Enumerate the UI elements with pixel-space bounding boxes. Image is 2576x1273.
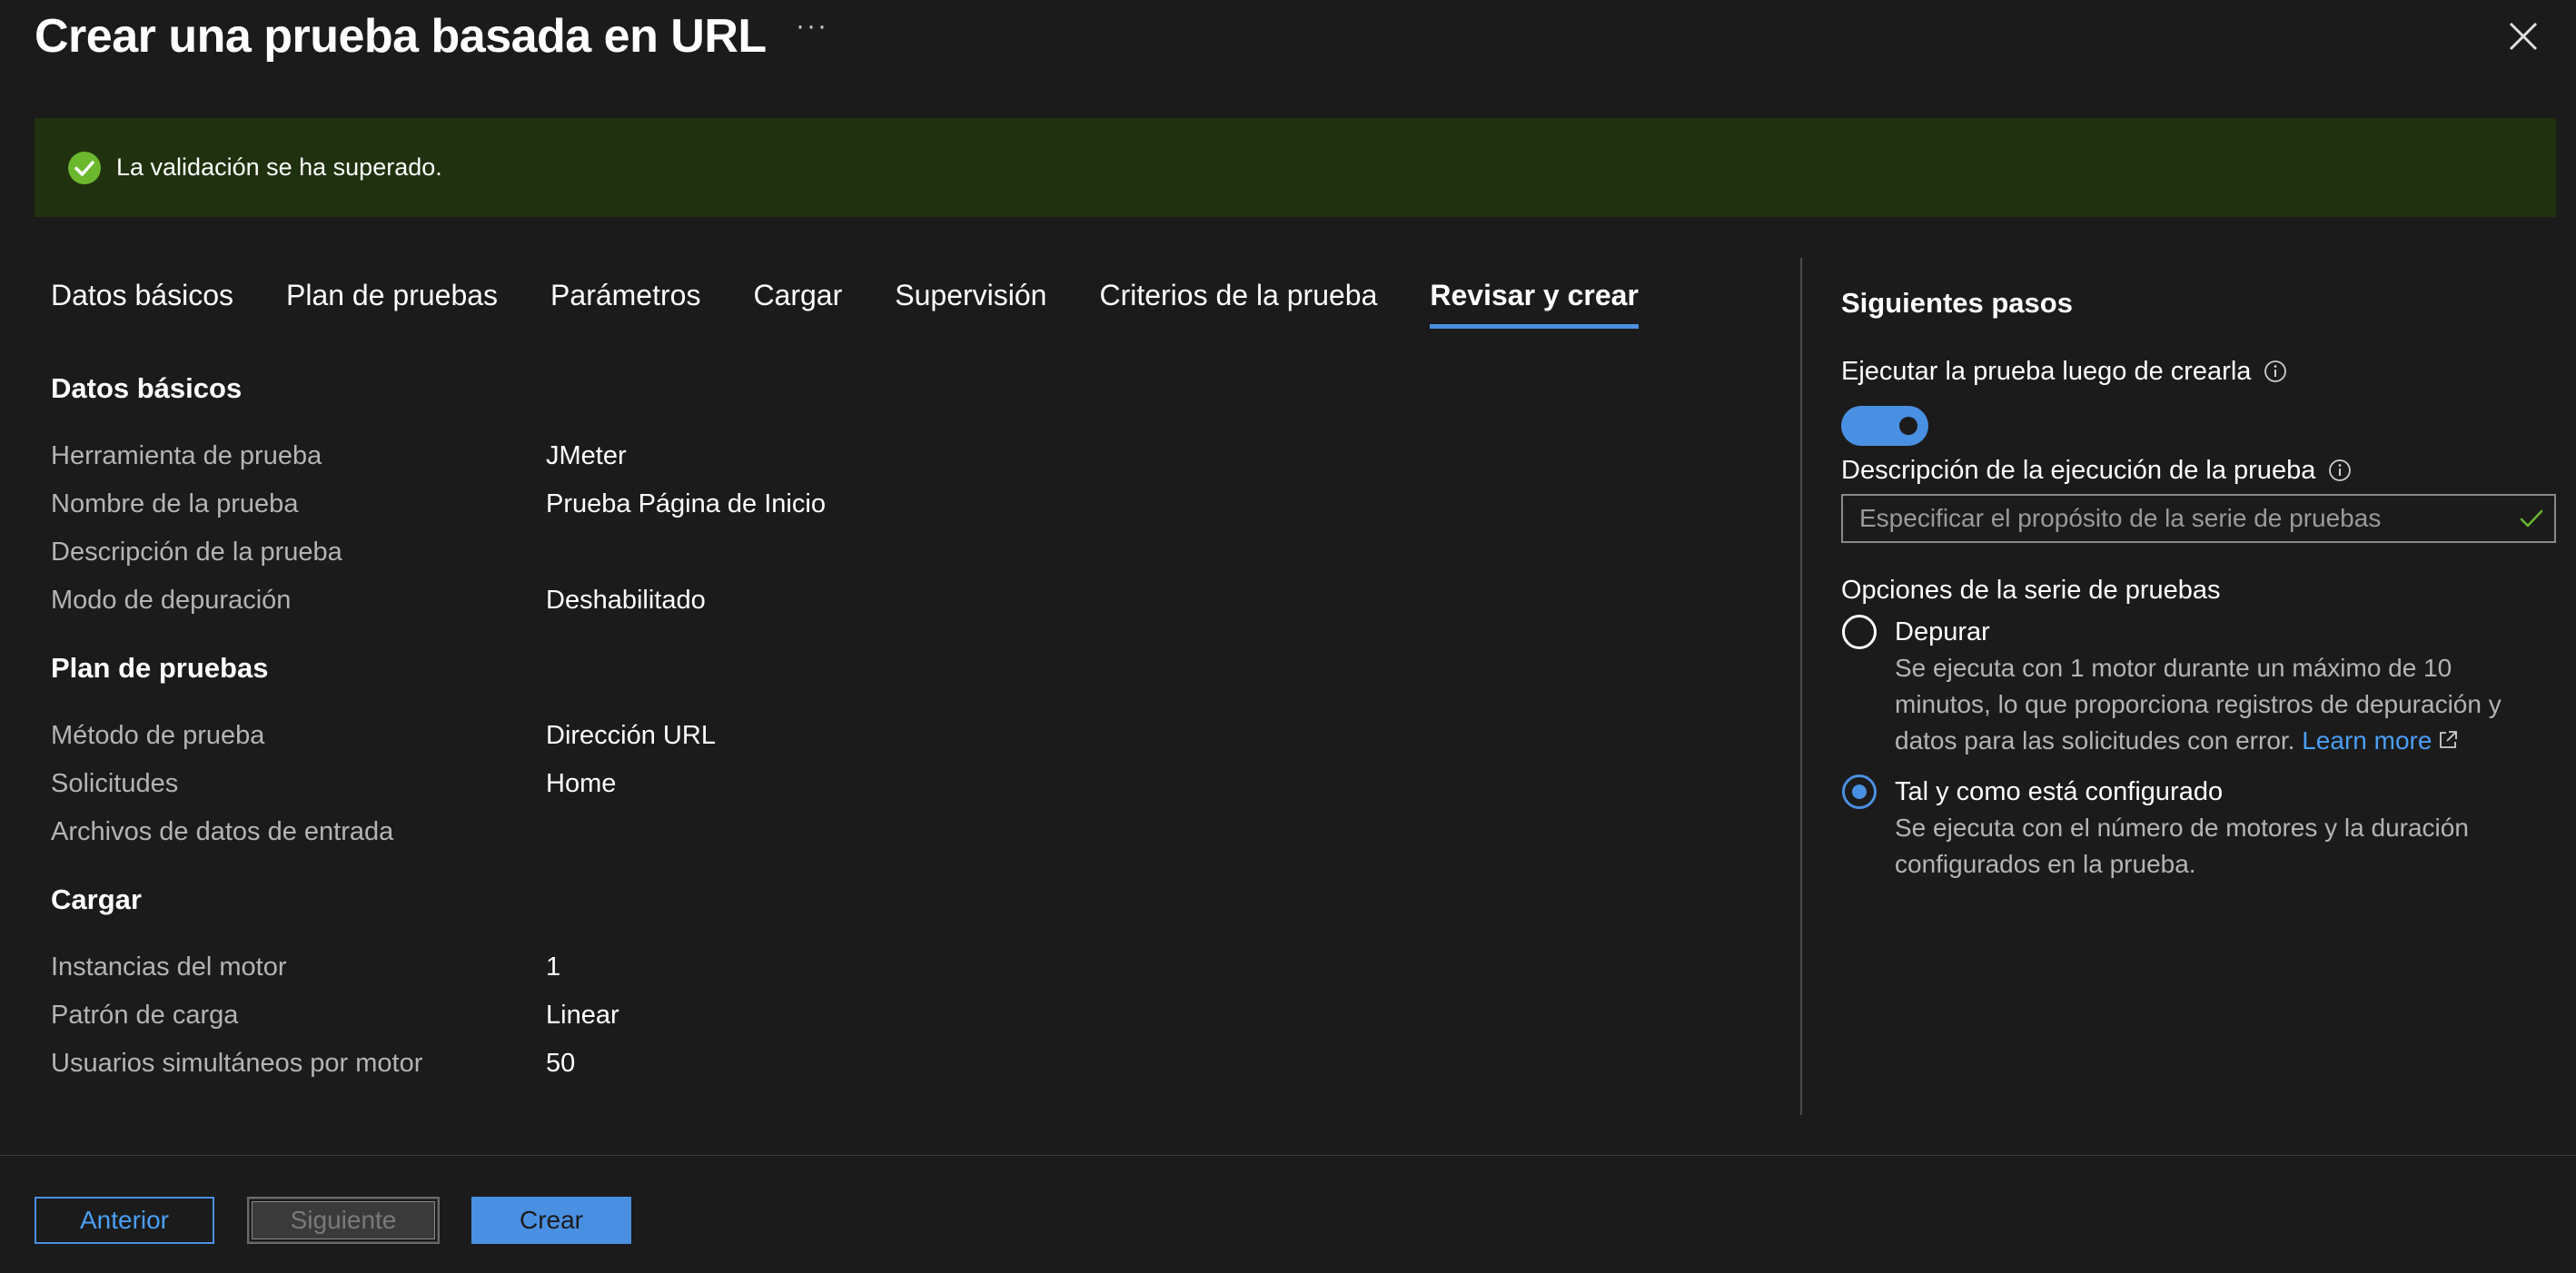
validation-banner: La validación se ha superado. [35,118,2556,217]
summary-label: Instancias del motor [51,952,287,982]
info-icon[interactable] [2328,459,2352,482]
previous-button[interactable]: Anterior [35,1197,214,1244]
learn-more-link[interactable]: Learn more [2302,726,2459,755]
summary-label: Solicitudes [51,769,179,798]
valid-check-icon [2520,509,2543,528]
tab-parameters[interactable]: Parámetros [550,274,700,329]
run-after-create-label-row: Ejecutar la prueba luego de crearla [1841,353,2287,390]
next-steps-heading: Siguientes pasos [1841,287,2073,319]
summary-value: Deshabilitado [546,586,706,615]
summary-label: Archivos de datos de entrada [51,817,394,846]
tab-basics[interactable]: Datos básicos [51,274,233,329]
summary-label: Nombre de la prueba [51,489,299,518]
panel-divider [1800,258,1802,1115]
description-label-row: Descripción de la ejecución de la prueba [1841,452,2352,488]
tab-monitoring[interactable]: Supervisión [895,274,1046,329]
validation-message: La validación se ha superado. [116,153,442,181]
summary-value: Dirección URL [546,721,716,750]
tab-load[interactable]: Cargar [753,274,842,329]
tab-test-plan[interactable]: Plan de pruebas [286,274,498,329]
section-heading-basics: Datos básicos [51,372,243,404]
more-options-button[interactable]: ··· [796,11,828,42]
wizard-tabs: Datos básicos Plan de pruebas Parámetros… [51,274,1691,329]
section-heading-load: Cargar [51,883,142,915]
summary-label: Modo de depuración [51,586,292,615]
summary-label: Descripción de la prueba [51,538,342,567]
create-button[interactable]: Crear [471,1197,631,1244]
tab-review-create[interactable]: Revisar y crear [1430,274,1639,329]
section-heading-test-plan: Plan de pruebas [51,652,269,684]
summary-label: Patrón de carga [51,1001,239,1030]
run-after-create-label: Ejecutar la prueba luego de crearla [1841,357,2252,386]
radio-debug[interactable] [1842,615,1877,649]
summary-value: JMeter [546,441,627,470]
summary-label: Método de prueba [51,721,265,750]
success-check-icon [68,151,101,184]
summary-value: Linear [546,1001,619,1030]
radio-as-configured[interactable] [1842,775,1877,809]
summary-value: 1 [546,952,561,982]
summary-value: Prueba Página de Inicio [546,489,826,518]
learn-more-text: Learn more [2302,726,2432,755]
summary-label: Herramienta de prueba [51,441,322,470]
next-button[interactable]: Siguiente [247,1197,440,1244]
summary-value: 50 [546,1049,576,1078]
summary-label: Usuarios simultáneos por motor [51,1049,423,1078]
option-as-configured-title: Tal y como está configurado [1895,777,2224,806]
run-options-label: Opciones de la serie de pruebas [1841,576,2221,605]
option-debug-description: Se ejecuta con 1 motor durante un máximo… [1895,650,2531,759]
page-title: Crear una prueba basada en URL [35,10,767,63]
external-link-icon [2440,731,2458,748]
run-description-label: Descripción de la ejecución de la prueba [1841,456,2316,485]
option-debug-title: Depurar [1895,617,1990,646]
toggle-knob [1899,417,1917,435]
tab-test-criteria[interactable]: Criterios de la prueba [1099,274,1377,329]
summary-value: Home [546,769,617,798]
run-after-create-toggle[interactable] [1841,406,1928,446]
option-as-configured-description: Se ejecuta con el número de motores y la… [1895,814,2469,878]
info-icon[interactable] [2264,360,2287,383]
close-icon[interactable] [2503,16,2543,56]
footer-divider [0,1155,2576,1156]
run-description-input[interactable] [1841,494,2556,543]
